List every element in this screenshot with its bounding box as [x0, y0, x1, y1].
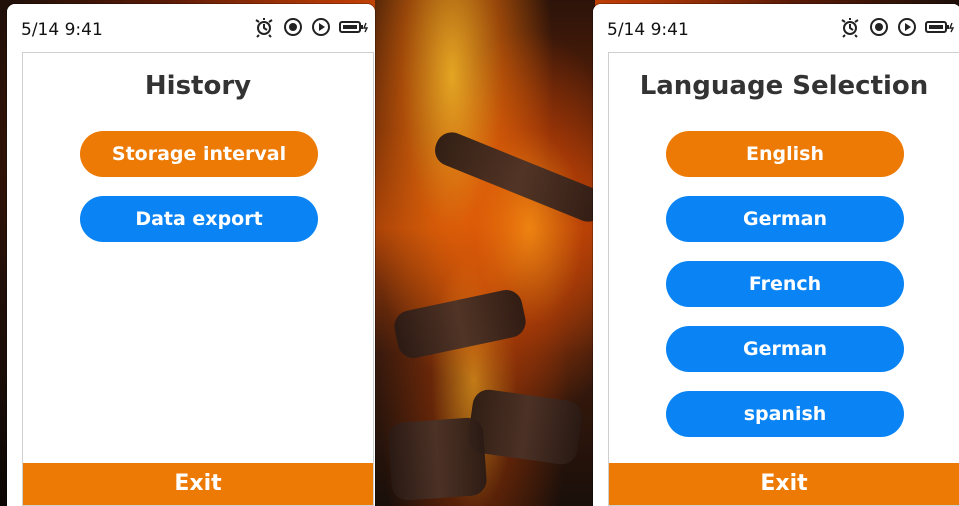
- history-card: History Storage interval Data export Exi…: [22, 52, 374, 506]
- status-time: 5/14 9:41: [607, 20, 689, 40]
- status-icons: [839, 16, 955, 38]
- play-icon: [897, 17, 917, 37]
- language-selection-card: Language Selection English German French…: [608, 52, 959, 506]
- history-screen: 5/14 9:41 History Storage interval Data …: [7, 4, 375, 506]
- exit-button[interactable]: Exit: [23, 463, 373, 505]
- background-stage: 5/14 9:41 History Storage interval Data …: [0, 0, 959, 506]
- status-bar: 5/14 9:41: [593, 4, 959, 52]
- language-spanish-button[interactable]: spanish: [666, 391, 904, 437]
- language-german-button[interactable]: German: [666, 196, 904, 242]
- battery-icon: [925, 19, 955, 35]
- page-title: Language Selection: [639, 71, 929, 101]
- language-selection-screen: 5/14 9:41 Language Selection English Ger…: [593, 4, 959, 506]
- page-title: History: [144, 71, 252, 101]
- exit-button[interactable]: Exit: [609, 463, 959, 505]
- language-french-button[interactable]: French: [666, 261, 904, 307]
- data-export-button[interactable]: Data export: [80, 196, 318, 242]
- play-icon: [311, 17, 331, 37]
- alarm-icon: [253, 16, 275, 38]
- status-time: 5/14 9:41: [21, 20, 103, 40]
- language-german-button-2[interactable]: German: [666, 326, 904, 372]
- status-icons: [253, 16, 369, 38]
- record-icon: [869, 17, 889, 37]
- status-bar: 5/14 9:41: [7, 4, 375, 52]
- alarm-icon: [839, 16, 861, 38]
- language-english-button[interactable]: English: [666, 131, 904, 177]
- battery-icon: [339, 19, 369, 35]
- record-icon: [283, 17, 303, 37]
- storage-interval-button[interactable]: Storage interval: [80, 131, 318, 177]
- burning-log: [387, 416, 488, 502]
